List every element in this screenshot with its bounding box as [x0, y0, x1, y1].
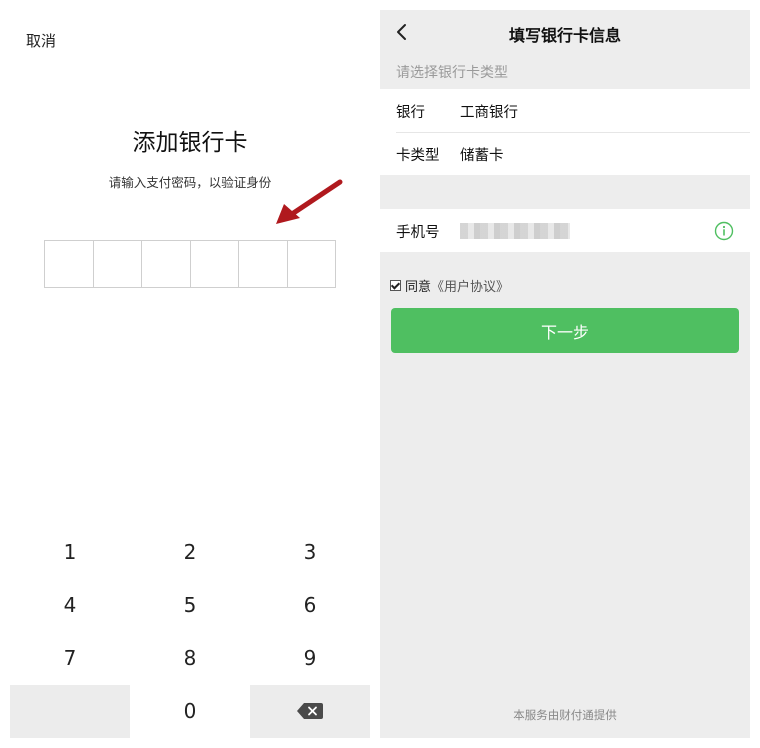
key-9[interactable]: 9: [250, 631, 370, 685]
backspace-icon: [297, 703, 323, 720]
phone-label: 手机号: [396, 225, 440, 241]
page-title: 添加银行卡: [132, 130, 248, 156]
key-7[interactable]: 7: [10, 631, 130, 685]
card-info-group: 银行 工商银行 卡类型 储蓄卡: [380, 89, 750, 175]
number-keypad: 1 2 3 4 5 6 7 8 9 0: [10, 525, 370, 738]
user-agreement-link[interactable]: 《用户协议》: [431, 276, 509, 295]
key-8[interactable]: 8: [130, 631, 250, 685]
annotation-arrow-icon: [276, 179, 343, 224]
password-digit-cell[interactable]: [191, 241, 239, 287]
delete-key[interactable]: [250, 684, 370, 738]
footer-provider-text: 本服务由财付通提供: [513, 708, 617, 722]
card-type-label: 卡类型: [396, 148, 440, 164]
key-blank: [10, 684, 130, 738]
password-input[interactable]: [44, 240, 336, 288]
key-4[interactable]: 4: [10, 578, 130, 632]
info-icon[interactable]: [714, 221, 734, 241]
password-digit-cell[interactable]: [288, 241, 336, 287]
password-digit-cell[interactable]: [94, 241, 142, 287]
bank-card-form-panel: 填写银行卡信息 请选择银行卡类型 银行 工商银行 卡类型 储蓄卡 手机号 同意 …: [380, 10, 750, 738]
phone-input[interactable]: [460, 223, 570, 239]
agree-label: 同意: [405, 280, 432, 295]
next-step-button[interactable]: 下一步: [391, 308, 739, 353]
page-title: 填写银行卡信息: [508, 26, 621, 45]
key-1[interactable]: 1: [10, 525, 130, 579]
password-panel: 取消 添加银行卡 请输入支付密码，以验证身份 1 2 3 4 5 6 7 8 9…: [10, 10, 370, 738]
cancel-button[interactable]: 取消: [26, 30, 56, 51]
key-5[interactable]: 5: [130, 578, 250, 632]
section-hint: 请选择银行卡类型: [396, 65, 508, 81]
phone-row: 手机号: [380, 209, 750, 252]
password-digit-cell[interactable]: [142, 241, 191, 287]
key-6[interactable]: 6: [250, 578, 370, 632]
key-0[interactable]: 0: [130, 684, 250, 738]
key-2[interactable]: 2: [130, 525, 250, 579]
password-digit-cell[interactable]: [45, 241, 94, 287]
bank-row[interactable]: 银行 工商银行: [380, 89, 750, 133]
agree-checkbox[interactable]: [390, 280, 401, 291]
card-type-row[interactable]: 卡类型 储蓄卡: [380, 132, 750, 175]
key-3[interactable]: 3: [250, 525, 370, 579]
card-type-value: 储蓄卡: [460, 148, 504, 164]
navigation-bar: 填写银行卡信息: [380, 10, 750, 54]
agreement-checkbox-row[interactable]: 同意 《用户协议》: [390, 276, 509, 295]
bank-value: 工商银行: [460, 105, 518, 121]
phone-group: 手机号: [380, 209, 750, 252]
password-digit-cell[interactable]: [239, 241, 288, 287]
bank-label: 银行: [396, 105, 425, 121]
